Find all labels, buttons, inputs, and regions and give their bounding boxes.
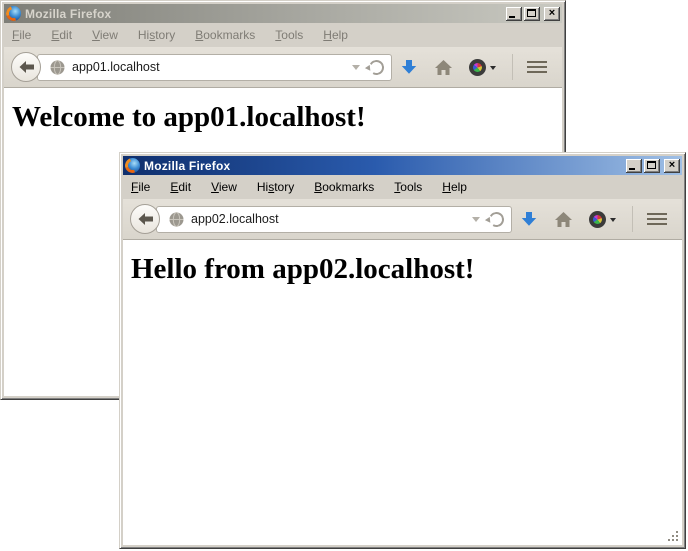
- menu-file[interactable]: File: [125, 178, 156, 196]
- url-bar[interactable]: app01.localhost: [37, 54, 392, 81]
- reload-icon[interactable]: [367, 58, 385, 76]
- menu-bar: File Edit View History Bookmarks Tools H…: [4, 23, 562, 47]
- back-button[interactable]: [11, 52, 41, 82]
- colorwheel-icon: [589, 211, 606, 228]
- menu-help[interactable]: Help: [436, 178, 473, 196]
- desktop: { "desktop": { "background_color": "#fff…: [0, 0, 688, 551]
- menu-history[interactable]: History: [132, 26, 181, 44]
- home-button[interactable]: [555, 212, 572, 227]
- page-content: Hello from app02.localhost!: [123, 240, 682, 545]
- back-arrow-icon: [138, 213, 153, 225]
- window-title: Mozilla Firefox: [25, 7, 504, 21]
- page-heading: Welcome to app01.localhost!: [12, 101, 562, 134]
- url-text[interactable]: app01.localhost: [72, 60, 348, 74]
- globe-site-icon[interactable]: [169, 212, 184, 227]
- reload-icon[interactable]: [487, 210, 505, 228]
- titlebar[interactable]: Mozilla Firefox ×: [123, 156, 682, 175]
- globe-site-icon[interactable]: [50, 60, 65, 75]
- close-button[interactable]: ×: [544, 7, 560, 21]
- minimize-button[interactable]: [506, 7, 522, 21]
- menu-view[interactable]: View: [86, 26, 124, 44]
- close-icon: ×: [544, 7, 560, 20]
- colorwheel-addon-button[interactable]: [469, 59, 496, 76]
- toolbar-separator: [512, 54, 513, 80]
- window-title: Mozilla Firefox: [144, 159, 624, 173]
- menu-tools[interactable]: Tools: [388, 178, 428, 196]
- url-text[interactable]: app02.localhost: [191, 212, 468, 226]
- menu-hamburger-button[interactable]: [527, 66, 547, 68]
- resize-grip[interactable]: [666, 529, 680, 543]
- maximize-icon: [647, 161, 656, 169]
- titlebar[interactable]: Mozilla Firefox ×: [4, 4, 562, 23]
- menu-history[interactable]: History: [251, 178, 300, 196]
- colorwheel-addon-button[interactable]: [589, 211, 616, 228]
- menu-bookmarks[interactable]: Bookmarks: [189, 26, 261, 44]
- firefox-window-app02: Mozilla Firefox × File Edit View History…: [119, 152, 686, 549]
- page-heading: Hello from app02.localhost!: [131, 253, 682, 286]
- maximize-button[interactable]: [644, 159, 660, 173]
- menu-file[interactable]: File: [6, 26, 37, 44]
- firefox-logo-icon: [125, 158, 140, 173]
- back-arrow-icon: [19, 61, 34, 73]
- download-arrow-icon: [401, 59, 417, 75]
- urlbar-dropdown-icon[interactable]: [472, 217, 480, 222]
- home-icon: [435, 60, 452, 75]
- chevron-down-icon: [610, 218, 616, 225]
- navigation-toolbar: app01.localhost: [4, 47, 562, 88]
- maximize-icon: [527, 9, 536, 17]
- colorwheel-icon: [469, 59, 486, 76]
- urlbar-dropdown-icon[interactable]: [352, 65, 360, 70]
- download-button[interactable]: [401, 59, 417, 75]
- menu-hamburger-button[interactable]: [647, 218, 667, 220]
- menu-edit[interactable]: Edit: [45, 26, 78, 44]
- navigation-toolbar: app02.localhost: [123, 199, 682, 240]
- minimize-button[interactable]: [626, 159, 642, 173]
- chevron-down-icon: [490, 66, 496, 73]
- toolbar-separator: [632, 206, 633, 232]
- download-button[interactable]: [521, 211, 537, 227]
- firefox-logo-icon: [6, 6, 21, 21]
- minimize-icon: [629, 168, 635, 170]
- back-button[interactable]: [130, 204, 160, 234]
- home-icon: [555, 212, 572, 227]
- url-bar[interactable]: app02.localhost: [156, 206, 512, 233]
- home-button[interactable]: [435, 60, 452, 75]
- maximize-button[interactable]: [524, 7, 540, 21]
- menu-bar: File Edit View History Bookmarks Tools H…: [123, 175, 682, 199]
- minimize-icon: [509, 16, 515, 18]
- menu-edit[interactable]: Edit: [164, 178, 197, 196]
- close-icon: ×: [664, 159, 680, 172]
- close-button[interactable]: ×: [664, 159, 680, 173]
- menu-bookmarks[interactable]: Bookmarks: [308, 178, 380, 196]
- menu-view[interactable]: View: [205, 178, 243, 196]
- menu-help[interactable]: Help: [317, 26, 354, 44]
- menu-tools[interactable]: Tools: [269, 26, 309, 44]
- download-arrow-icon: [521, 211, 537, 227]
